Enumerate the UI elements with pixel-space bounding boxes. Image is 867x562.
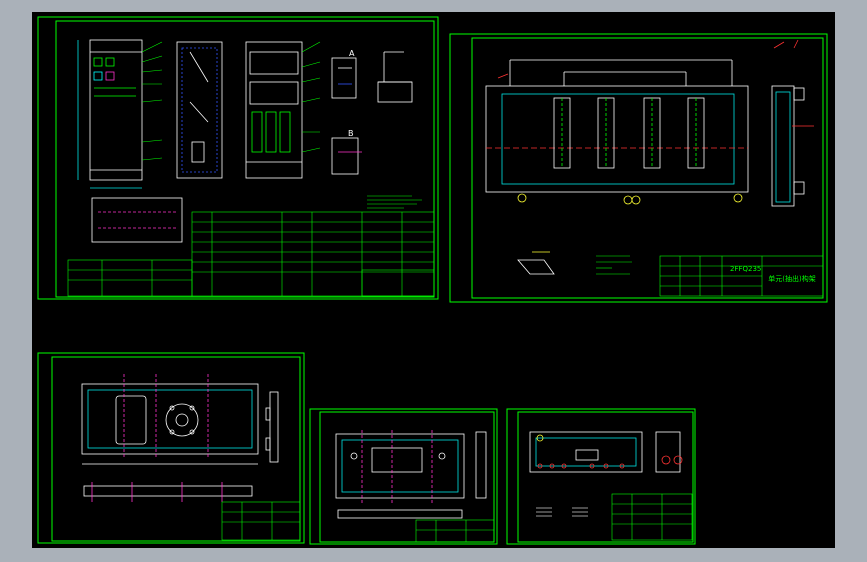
section-b-label: B	[348, 129, 354, 138]
cad-model-space[interactable]: A B 2FFQ235 单元(抽出)构架	[32, 12, 835, 548]
sheet-1[interactable]: A B	[37, 16, 439, 300]
cabinet-front-leaders	[141, 41, 163, 161]
detail-view-hinge	[331, 57, 357, 99]
mounting-holes	[517, 193, 743, 205]
busbar-insulators	[553, 97, 705, 169]
cabinet-side-view	[176, 41, 223, 179]
detail-view-clamp	[331, 137, 362, 175]
unit-frame-side-view	[771, 85, 814, 207]
mounting-plate-front-view	[81, 374, 259, 465]
mounting-plate-side-view	[265, 391, 279, 463]
parts-list-table	[67, 211, 435, 297]
section-a-label: A	[349, 49, 355, 58]
sheet-2-drawing-code: 2FFQ235	[730, 265, 761, 273]
sheet-4-outer-border	[309, 408, 498, 545]
sheet-2[interactable]: 2FFQ235 单元(抽出)构架	[449, 33, 828, 303]
technical-notes	[367, 195, 422, 209]
mounting-plate-bottom-view	[83, 482, 253, 502]
terminal-block-front-view	[529, 431, 643, 473]
cabinet-front-view	[77, 39, 143, 189]
sheet-1-inner-border	[55, 20, 435, 298]
drawing-layout: A B 2FFQ235 单元(抽出)构架	[37, 16, 828, 545]
cabinet-internal-view	[245, 41, 303, 179]
sheet-4-inner-border	[319, 411, 495, 543]
panel-plate-side-view	[475, 431, 487, 499]
sheet-3[interactable]	[37, 352, 305, 544]
bracket-detail	[517, 251, 555, 275]
sheet-3-inner-border	[51, 356, 301, 542]
sheet-4-title-block	[415, 519, 495, 543]
detail-view-bracket	[377, 51, 413, 103]
sheet-5-inner-border	[517, 411, 694, 543]
panel-plate-bottom-view	[337, 509, 463, 519]
cabinet-internal-leaders	[301, 41, 321, 153]
sheet-2-drawing-title: 单元(抽出)构架	[768, 274, 815, 283]
sheet-5[interactable]	[506, 408, 696, 545]
sheet-5-notes	[536, 507, 588, 517]
sheet-3-title-block	[221, 501, 301, 541]
sheet-1-outer-border	[37, 16, 439, 300]
panel-plate-front-view	[335, 430, 465, 504]
sheet-5-title-block	[611, 493, 693, 541]
terminal-block-side-view	[655, 431, 683, 473]
unit-frame-front-view	[485, 59, 749, 193]
sheet-2-notes	[596, 255, 632, 275]
sheet-4[interactable]	[309, 408, 498, 545]
cabinet-plan-view	[91, 197, 183, 243]
